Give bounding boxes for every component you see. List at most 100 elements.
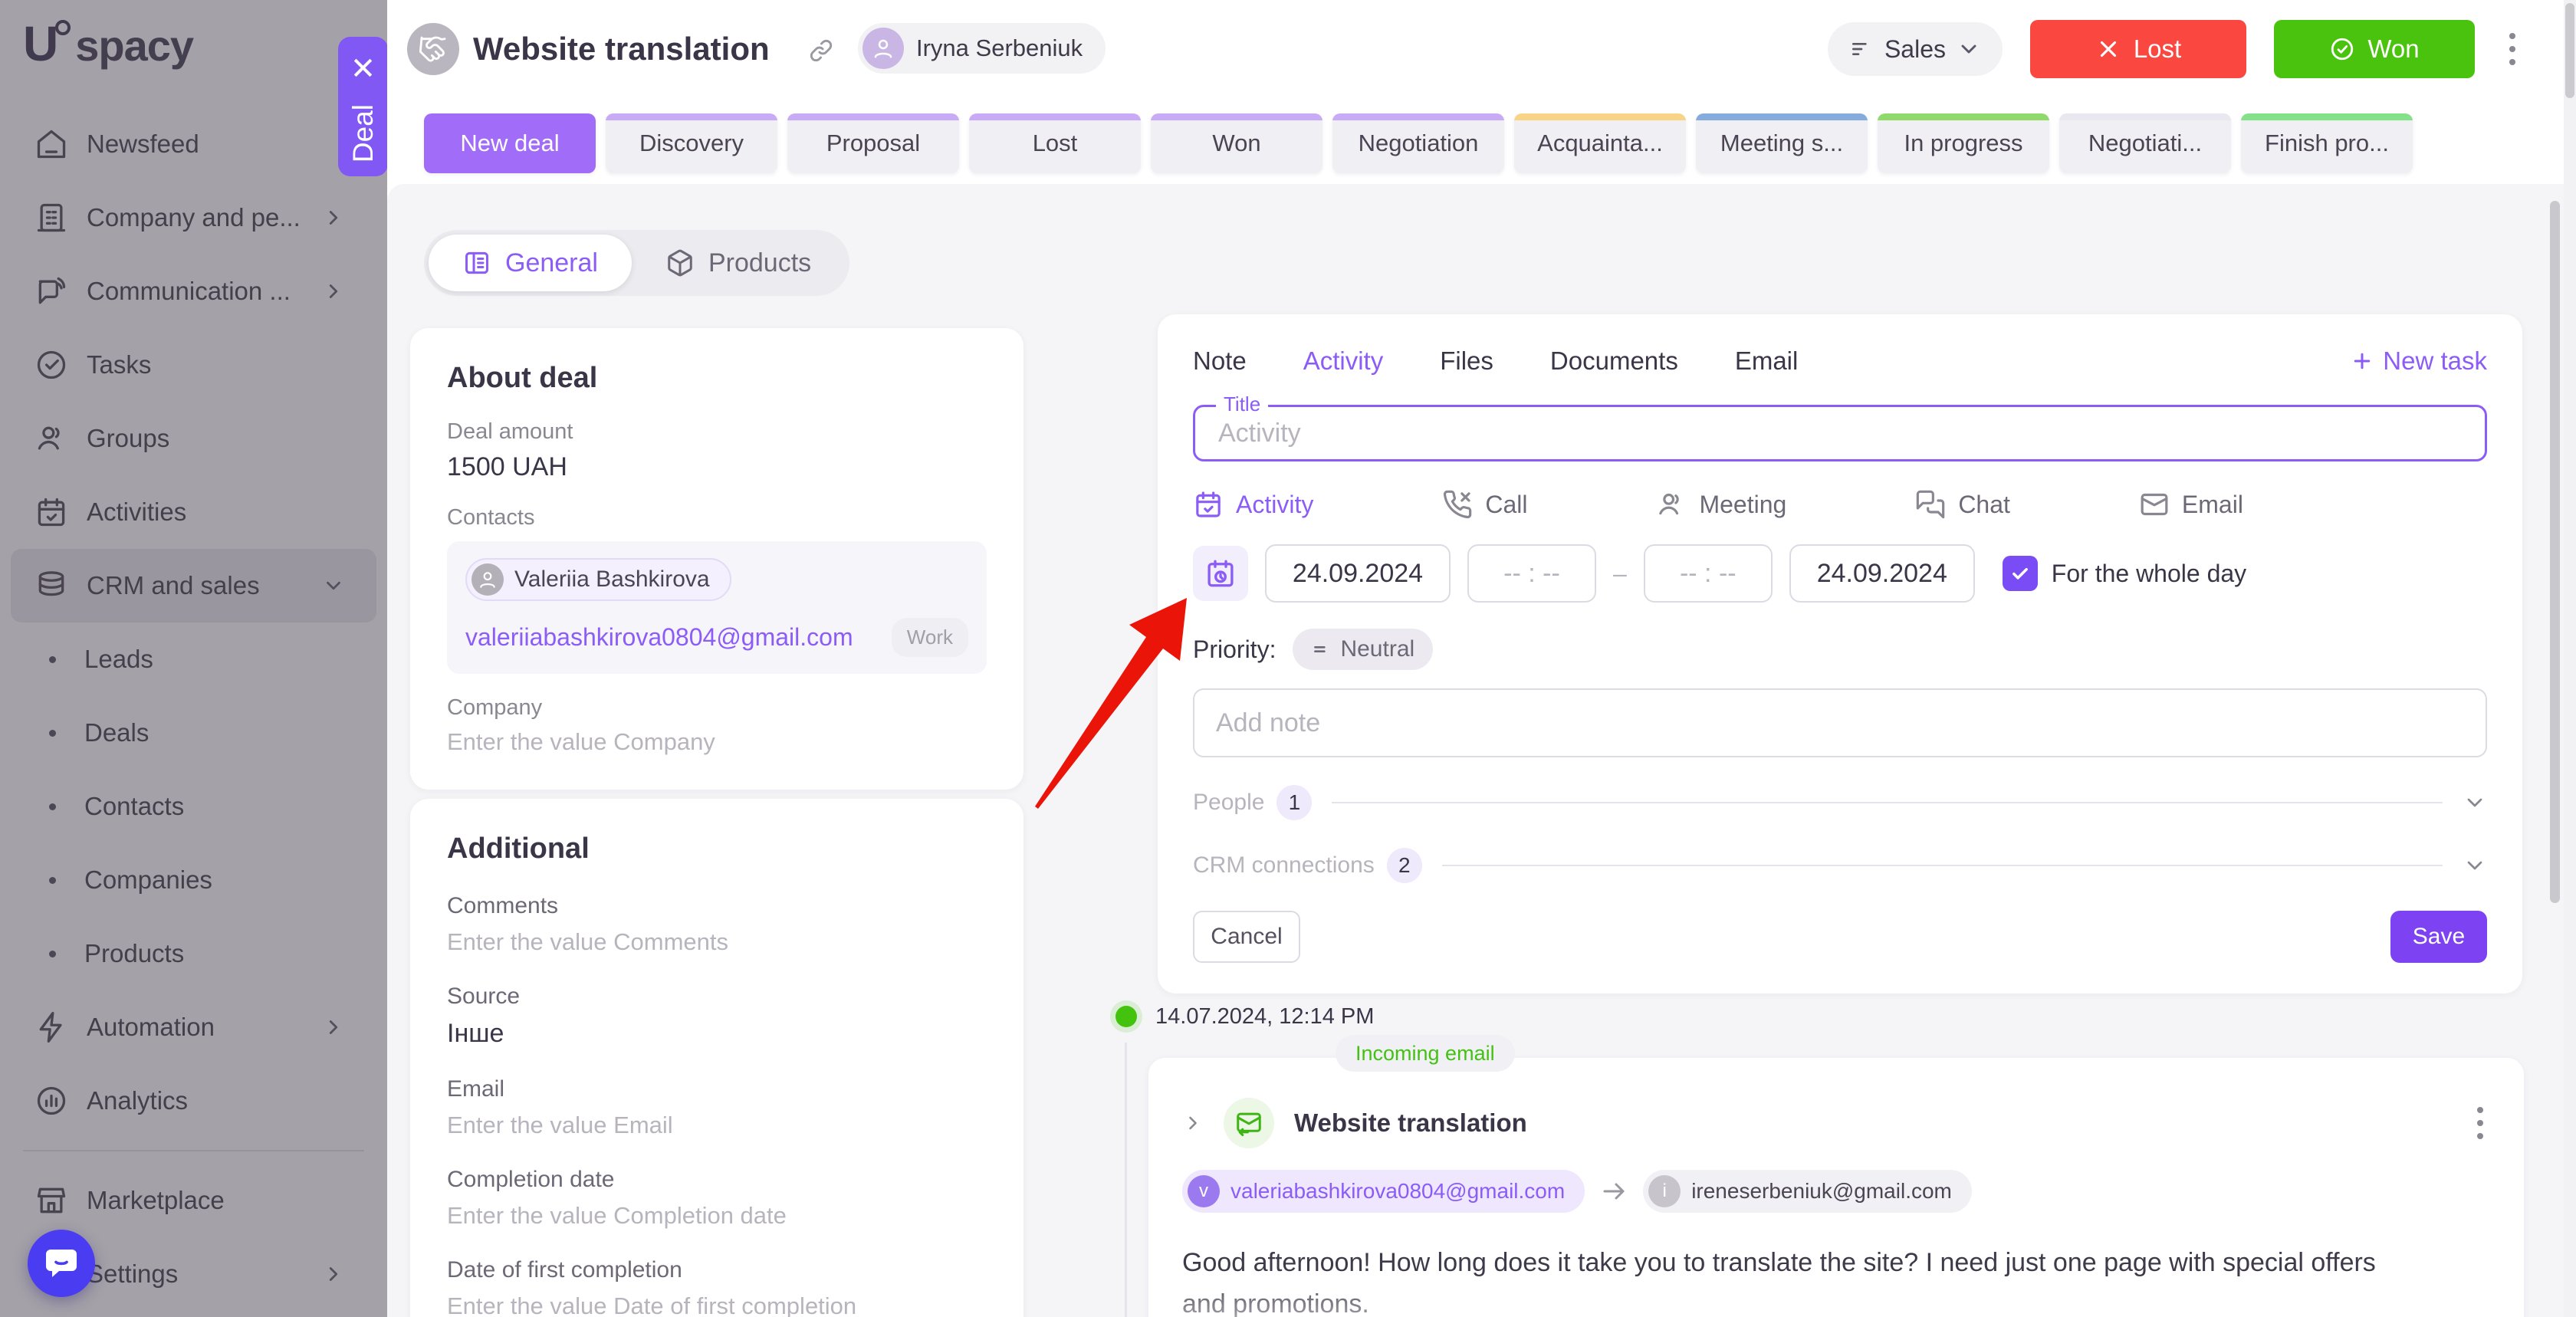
people-select[interactable]: People 1: [1193, 785, 2487, 820]
tab-general[interactable]: General: [429, 235, 632, 291]
completion-date-placeholder[interactable]: Enter the value Completion date: [447, 1202, 987, 1230]
pipeline-select[interactable]: Sales: [1828, 22, 2003, 76]
title-field-wrap: Title: [1193, 405, 2487, 461]
tab-products[interactable]: Products: [632, 235, 845, 291]
type-email[interactable]: Email: [2139, 489, 2243, 520]
activity-title-input[interactable]: [1193, 405, 2487, 461]
package-icon: [665, 248, 695, 278]
deal-tab[interactable]: ✕ Deal: [338, 37, 388, 176]
to-email-chip[interactable]: i ireneserbeniuk@gmail.com: [1643, 1170, 1972, 1213]
company-placeholder[interactable]: Enter the value Company: [447, 728, 987, 756]
end-time-input[interactable]: [1644, 544, 1773, 603]
comments-placeholder[interactable]: Enter the value Comments: [447, 928, 987, 956]
crm-connections-select[interactable]: CRM connections 2: [1193, 848, 2487, 883]
avatar: i: [1648, 1175, 1681, 1207]
add-note-input[interactable]: [1193, 688, 2487, 757]
contact-box: Valeriia Bashkirova valeriiabashkirova08…: [447, 541, 987, 674]
stage-won[interactable]: Won: [1151, 113, 1322, 173]
browser-scrollbar-thumb[interactable]: [2565, 3, 2574, 98]
stage-in-progress[interactable]: In progress: [1878, 113, 2049, 173]
type-chat[interactable]: Chat: [1915, 489, 2010, 520]
stage-finish[interactable]: Finish pro...: [2241, 113, 2413, 173]
stage-new-deal[interactable]: New deal: [424, 113, 596, 173]
tab-documents[interactable]: Documents: [1550, 346, 1678, 376]
handshake-icon: [418, 34, 449, 64]
deal-amount-value[interactable]: 1500 UAH: [447, 452, 987, 482]
timeline-dot: [1116, 1006, 1137, 1027]
about-deal-card: About deal Deal amount 1500 UAH Contacts…: [410, 328, 1024, 790]
pipeline-label: Sales: [1884, 35, 1946, 64]
view-tabs: General Products: [424, 230, 849, 296]
chevron-down-icon: [2463, 790, 2487, 815]
calendar-check-icon: [1193, 489, 1224, 520]
expand-chevron-icon[interactable]: [1182, 1112, 1204, 1134]
composer-tabs: Note Activity Files Documents Email New …: [1193, 346, 2487, 376]
header-kebab-menu[interactable]: [2502, 22, 2522, 76]
whole-day-checkbox[interactable]: [2003, 556, 2038, 591]
timeline-connector: [1125, 1043, 1127, 1317]
source-label: Source: [447, 984, 987, 1010]
link-icon[interactable]: [807, 37, 835, 64]
person-icon: [478, 570, 498, 590]
owner-chip[interactable]: Iryna Serbeniuk: [858, 23, 1106, 74]
check-icon: [2009, 563, 2031, 584]
first-completion-placeholder[interactable]: Enter the value Date of first completion: [447, 1292, 987, 1317]
email-card-header: Website translation: [1182, 1096, 2490, 1150]
panel-scrollbar-thumb[interactable]: [2550, 201, 2560, 903]
source-value[interactable]: Інше: [447, 1019, 987, 1049]
start-date-input[interactable]: [1265, 544, 1451, 603]
avatar: [472, 563, 504, 596]
owner-name: Iryna Serbeniuk: [916, 34, 1083, 62]
contacts-label: Contacts: [447, 505, 987, 530]
from-email-chip[interactable]: v valeriabashkirova0804@gmail.com: [1182, 1170, 1585, 1213]
stage-negotiation-2[interactable]: Negotiati...: [2059, 113, 2231, 173]
close-icon[interactable]: ✕: [350, 54, 376, 84]
whole-day-toggle[interactable]: For the whole day: [2003, 556, 2246, 591]
stage-lost[interactable]: Lost: [969, 113, 1141, 173]
chat-bubble-icon: [43, 1245, 80, 1282]
avatar: [863, 28, 904, 69]
email-type-badge: Work: [892, 618, 968, 657]
crm-count-badge: 2: [1387, 848, 1422, 883]
contact-name: Valeriia Bashkirova: [514, 567, 710, 593]
lost-button[interactable]: Lost: [2030, 20, 2246, 78]
time-separator: –: [1613, 560, 1627, 588]
type-activity[interactable]: Activity: [1193, 489, 1313, 520]
chat-fab-button[interactable]: [28, 1230, 95, 1297]
won-button[interactable]: Won: [2274, 20, 2475, 78]
stage-meeting[interactable]: Meeting s...: [1696, 113, 1868, 173]
check-circle-icon: [2329, 36, 2355, 62]
chevron-down-icon: [2463, 853, 2487, 878]
stage-discovery[interactable]: Discovery: [606, 113, 777, 173]
contact-email-link[interactable]: valeriiabashkirova0804@gmail.com: [465, 623, 853, 652]
deal-tab-label: Deal: [347, 104, 380, 163]
tab-files[interactable]: Files: [1440, 346, 1493, 376]
email-kebab-menu[interactable]: [2470, 1096, 2490, 1150]
stage-acquaintance[interactable]: Acquainta...: [1514, 113, 1686, 173]
end-date-input[interactable]: [1789, 544, 1975, 603]
tab-activity[interactable]: Activity: [1303, 346, 1384, 376]
type-call[interactable]: Call: [1442, 489, 1527, 520]
start-time-input[interactable]: [1467, 544, 1596, 603]
cancel-button[interactable]: Cancel: [1193, 911, 1300, 963]
activity-composer-card: Note Activity Files Documents Email New …: [1158, 314, 2522, 993]
stage-negotiation[interactable]: Negotiation: [1332, 113, 1504, 173]
email-card: Website translation v valeriabashkirova0…: [1148, 1058, 2524, 1317]
priority-select[interactable]: Neutral: [1293, 629, 1433, 670]
stage-proposal[interactable]: Proposal: [787, 113, 959, 173]
save-button[interactable]: Save: [2390, 911, 2487, 963]
avatar: v: [1188, 1175, 1220, 1207]
calendar-picker-button[interactable]: [1193, 546, 1248, 601]
browser-scrollbar[interactable]: [2564, 0, 2576, 1317]
tab-note[interactable]: Note: [1193, 346, 1247, 376]
type-meeting[interactable]: Meeting: [1656, 489, 1786, 520]
equals-icon: [1311, 639, 1331, 659]
note-field-wrap: [1193, 688, 2487, 757]
priority-value: Neutral: [1340, 636, 1414, 662]
envelope-icon: [2139, 489, 2170, 520]
tab-email[interactable]: Email: [1735, 346, 1799, 376]
new-task-button[interactable]: New task: [2351, 346, 2487, 376]
contact-chip[interactable]: Valeriia Bashkirova: [465, 558, 731, 601]
activity-type-row: Activity Call Meeting Chat Email: [1193, 489, 2487, 520]
email-placeholder[interactable]: Enter the value Email: [447, 1112, 987, 1139]
